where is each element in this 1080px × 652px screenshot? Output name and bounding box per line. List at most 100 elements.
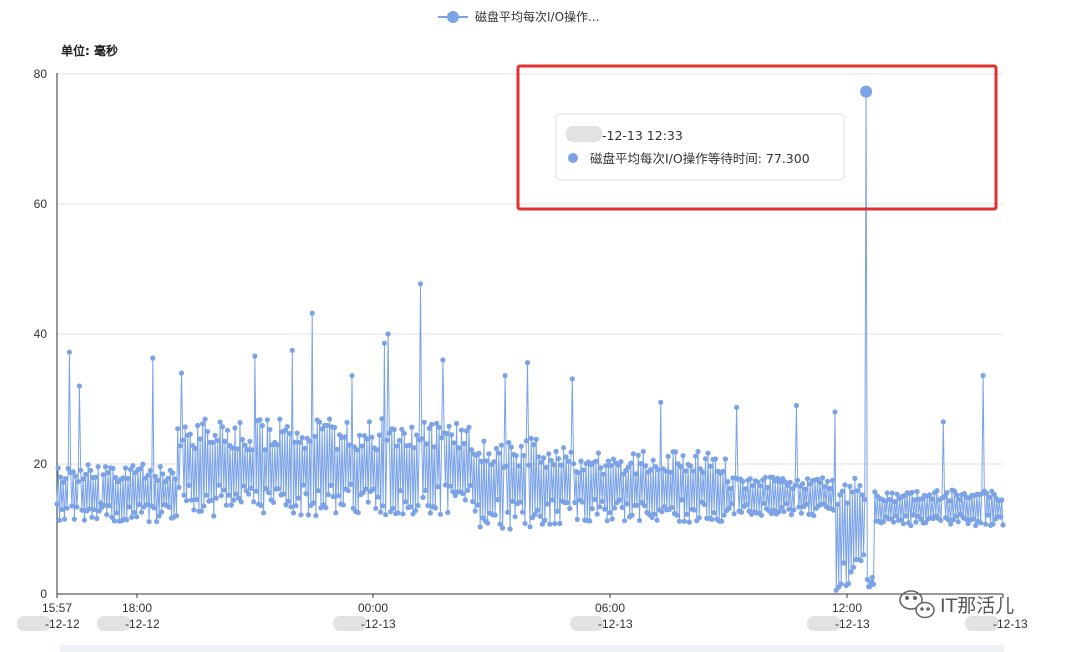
data-point[interactable]	[761, 500, 767, 506]
data-point[interactable]	[442, 482, 448, 488]
data-point[interactable]	[478, 458, 485, 464]
data-point[interactable]	[903, 513, 909, 519]
data-point[interactable]	[370, 486, 376, 492]
data-point[interactable]	[579, 499, 585, 505]
data-point[interactable]	[854, 488, 861, 494]
data-point[interactable]	[859, 492, 865, 498]
data-point[interactable]	[222, 438, 228, 444]
data-point[interactable]	[180, 437, 186, 443]
data-point[interactable]	[884, 490, 890, 496]
data-point[interactable]	[701, 501, 707, 508]
data-point[interactable]	[200, 421, 206, 427]
data-point[interactable]	[151, 505, 157, 511]
data-point[interactable]	[852, 475, 858, 481]
data-point[interactable]	[192, 445, 198, 452]
data-point[interactable]	[970, 516, 976, 522]
data-point[interactable]	[561, 445, 567, 451]
data-point[interactable]	[390, 505, 396, 511]
data-point[interactable]	[276, 486, 282, 492]
data-point[interactable]	[548, 457, 554, 463]
data-point[interactable]	[120, 475, 126, 481]
data-point[interactable]	[177, 443, 183, 449]
data-point[interactable]	[731, 511, 737, 517]
data-point[interactable]	[289, 347, 295, 353]
data-point[interactable]	[673, 449, 679, 455]
data-point[interactable]	[91, 507, 97, 513]
data-point[interactable]	[841, 560, 847, 566]
data-point[interactable]	[383, 512, 389, 518]
data-point[interactable]	[444, 430, 450, 437]
data-point[interactable]	[599, 498, 605, 504]
data-point[interactable]	[332, 424, 338, 431]
data-point[interactable]	[851, 564, 857, 570]
data-point[interactable]	[485, 520, 491, 526]
data-point[interactable]	[280, 491, 287, 497]
data-point[interactable]	[909, 489, 915, 495]
data-point[interactable]	[811, 513, 817, 519]
data-point[interactable]	[595, 450, 602, 456]
data-point[interactable]	[846, 581, 852, 587]
data-point[interactable]	[643, 463, 649, 469]
data-point[interactable]	[796, 504, 802, 510]
data-point[interactable]	[203, 492, 209, 498]
data-point[interactable]	[861, 552, 867, 558]
data-point[interactable]	[446, 423, 452, 429]
data-point[interactable]	[564, 499, 570, 506]
data-point[interactable]	[929, 496, 935, 502]
data-point[interactable]	[284, 424, 290, 430]
data-point[interactable]	[221, 487, 227, 493]
data-point[interactable]	[882, 498, 888, 504]
data-point[interactable]	[519, 509, 526, 515]
data-point[interactable]	[369, 434, 375, 440]
data-point[interactable]	[309, 310, 315, 316]
data-point[interactable]	[94, 515, 100, 522]
data-point[interactable]	[554, 508, 561, 514]
data-point[interactable]	[363, 486, 369, 492]
data-point[interactable]	[136, 502, 142, 508]
data-point[interactable]	[71, 516, 77, 522]
data-point[interactable]	[122, 465, 129, 471]
data-point[interactable]	[788, 511, 795, 518]
data-point[interactable]	[330, 494, 336, 500]
data-point[interactable]	[955, 519, 961, 525]
data-point[interactable]	[574, 516, 580, 523]
data-point[interactable]	[999, 497, 1005, 503]
data-point[interactable]	[241, 483, 247, 489]
data-point[interactable]	[216, 482, 222, 488]
data-point[interactable]	[729, 501, 735, 507]
data-point[interactable]	[297, 439, 303, 445]
data-point[interactable]	[605, 458, 612, 464]
data-point[interactable]	[681, 518, 687, 524]
data-point[interactable]	[822, 484, 828, 490]
data-point[interactable]	[176, 484, 182, 490]
data-point[interactable]	[400, 511, 406, 517]
data-point[interactable]	[341, 434, 348, 440]
data-point[interactable]	[468, 447, 475, 453]
data-point[interactable]	[847, 483, 853, 489]
data-point[interactable]	[325, 492, 331, 498]
data-point[interactable]	[569, 376, 575, 382]
data-point[interactable]	[310, 500, 316, 506]
data-point[interactable]	[678, 464, 684, 470]
data-point[interactable]	[890, 519, 897, 525]
data-point[interactable]	[126, 504, 132, 510]
data-point[interactable]	[238, 499, 244, 505]
data-point[interactable]	[202, 416, 208, 422]
data-point[interactable]	[650, 457, 656, 463]
data-point[interactable]	[73, 473, 79, 479]
data-point[interactable]	[910, 512, 917, 518]
data-point[interactable]	[531, 442, 537, 448]
data-point[interactable]	[655, 467, 661, 473]
data-point[interactable]	[669, 504, 675, 511]
data-point[interactable]	[300, 482, 307, 488]
data-point[interactable]	[160, 471, 166, 477]
data-point[interactable]	[638, 461, 644, 467]
data-point[interactable]	[102, 464, 109, 470]
data-point[interactable]	[848, 569, 854, 575]
data-point[interactable]	[195, 422, 201, 429]
data-point[interactable]	[234, 446, 241, 452]
data-point[interactable]	[654, 517, 660, 523]
data-point[interactable]	[686, 519, 692, 525]
data-point[interactable]	[709, 516, 715, 523]
data-point[interactable]	[598, 465, 604, 471]
